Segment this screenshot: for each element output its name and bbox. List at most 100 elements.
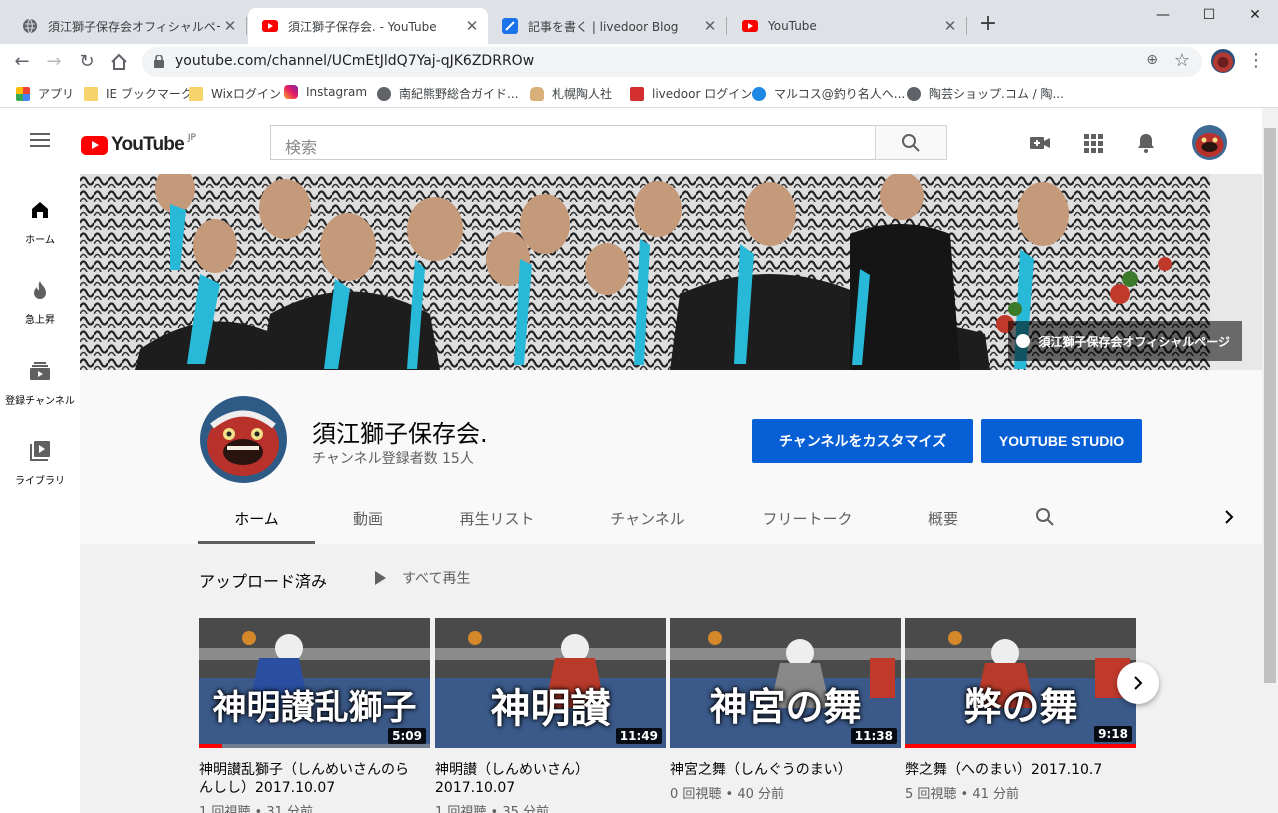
youtube-favicon-icon (262, 18, 278, 34)
close-window-button[interactable]: ✕ (1232, 0, 1278, 30)
thumbnail-caption: 神明讃 (490, 685, 611, 732)
play-all-button[interactable]: すべて再生 (375, 568, 470, 588)
account-avatar[interactable] (1192, 125, 1227, 160)
apps-icon[interactable] (1082, 132, 1104, 154)
more-menu-icon[interactable]: ⋮ (1247, 49, 1265, 73)
video-card[interactable]: 神明讃乱獅子 5:09 神明讃乱獅子（しんめいさんのらんしし）2017.10.0… (199, 618, 430, 813)
video-title[interactable]: 神宮之舞（しんぐうのまい） (670, 761, 892, 779)
shelf-next-button[interactable] (1117, 662, 1159, 704)
youtube-studio-button[interactable]: YOUTUBE STUDIO (981, 419, 1142, 463)
bookmark-label: livedoor ログイン (652, 87, 753, 101)
video-title[interactable]: 神明讃乱獅子（しんめいさんのらんしし）2017.10.07 (199, 761, 421, 797)
back-arrow-icon[interactable]: ← (10, 50, 34, 74)
search-button[interactable] (875, 125, 947, 160)
bookmark-link[interactable]: livedoor ログイン (630, 85, 752, 102)
forward-arrow-icon[interactable]: → (42, 50, 66, 74)
tab-title: 須江獅子保存会. - YouTube (288, 19, 437, 34)
bookmark-apps[interactable]: アプリ (16, 85, 74, 102)
bookmark-folder[interactable]: IE ブックマーク (84, 85, 193, 102)
customize-channel-button[interactable]: チャンネルをカスタマイズ (752, 419, 973, 463)
video-meta: 1 回視聴 • 31 分前 (199, 805, 314, 813)
zoom-icon[interactable]: ⊕ (1146, 52, 1158, 68)
hamburger-menu-icon[interactable] (30, 133, 50, 147)
channel-tabs: ホーム 動画 再生リスト チャンネル フリートーク 概要 (80, 492, 1262, 544)
sidebar-item-library[interactable]: ライブラリ (0, 439, 80, 487)
sidebar-item-label: ホーム (25, 235, 55, 246)
browser-tab-2[interactable]: 須江獅子保存会. - YouTube ✕ (248, 8, 488, 44)
instagram-icon (284, 85, 298, 99)
tab-home[interactable]: ホーム (198, 508, 315, 529)
video-thumbnail[interactable]: 弊の舞 9:18 (905, 618, 1136, 748)
video-title[interactable]: 弊之舞（へのまい）2017.10.7 (905, 761, 1127, 779)
video-thumbnail[interactable]: 神宮の舞 11:38 (670, 618, 901, 748)
bookmark-link[interactable]: マルコス@釣り名人へ... (752, 85, 905, 102)
bookmark-link[interactable]: Instagram (284, 85, 367, 99)
banner-link[interactable]: 須江獅子保存会オフィシャルページ (1008, 321, 1242, 361)
globe-icon (377, 86, 391, 101)
sidebar-item-trending[interactable]: 急上昇 (0, 278, 80, 326)
tab-playlists[interactable]: 再生リスト (442, 508, 552, 529)
tab-about[interactable]: 概要 (910, 508, 976, 529)
notifications-bell-icon[interactable] (1135, 132, 1157, 154)
bookmark-link[interactable]: 陶芸ショップ.コム / 陶... (907, 85, 1064, 102)
bookmark-folder[interactable]: Wixログイン (189, 85, 281, 102)
minimize-button[interactable]: — (1140, 0, 1186, 30)
maximize-button[interactable]: ☐ (1186, 0, 1232, 30)
library-icon (30, 441, 50, 461)
close-tab-icon[interactable]: ✕ (940, 17, 960, 35)
play-icon (375, 571, 386, 585)
lock-icon (154, 55, 164, 68)
search-input[interactable]: 検索 (270, 125, 876, 160)
video-title[interactable]: 神明讃（しんめいさん）2017.10.07 (435, 761, 657, 797)
video-card[interactable]: 神明讃 11:49 神明讃（しんめいさん）2017.10.07 1 回視聴 • … (435, 618, 666, 813)
video-thumbnail[interactable]: 神明讃 11:49 (435, 618, 666, 748)
tab-discussion[interactable]: フリートーク (745, 508, 870, 529)
channel-search-icon[interactable] (1035, 507, 1055, 527)
create-video-icon[interactable] (1029, 132, 1051, 154)
video-meta: 0 回視聴 • 40 分前 (670, 787, 785, 802)
close-tab-icon[interactable]: ✕ (462, 17, 482, 35)
new-tab-button[interactable]: + (976, 12, 1000, 36)
tab-channels[interactable]: チャンネル (590, 508, 705, 529)
video-meta: 5 回視聴 • 41 分前 (905, 787, 1020, 802)
video-thumbnail[interactable]: 神明讃乱獅子 5:09 (199, 618, 430, 748)
home-content: アップロード済み すべて再生 神明讃乱獅子 5:09 神明讃乱獅子（しんめいさん… (80, 544, 1262, 813)
channel-avatar[interactable] (200, 396, 287, 483)
search-placeholder: 検索 (285, 138, 318, 157)
scrollbar-thumb[interactable] (1264, 128, 1276, 683)
apps-grid-icon (16, 86, 30, 101)
browser-tab-1[interactable]: 須江獅子保存会オフィシャルページ | ✕ (8, 8, 246, 44)
shelf-title[interactable]: アップロード済み (199, 568, 327, 592)
tab-title: 須江獅子保存会オフィシャルページ | (48, 19, 220, 34)
video-card[interactable]: 神宮の舞 11:38 神宮之舞（しんぐうのまい） 0 回視聴 • 40 分前 (670, 618, 901, 802)
home-icon[interactable] (107, 50, 131, 74)
bookmark-label: Wixログイン (211, 87, 282, 101)
bookmark-link[interactable]: 南紀熊野総合ガイド... (377, 85, 518, 102)
sidebar-item-home[interactable]: ホーム (0, 198, 80, 246)
guide-sidebar: ホーム 急上昇 登録チャンネル ライブラリ (0, 174, 80, 813)
sidebar-item-subscriptions[interactable]: 登録チャンネル (0, 359, 80, 407)
close-tab-icon[interactable]: ✕ (700, 17, 720, 35)
thumbnail-caption: 神明讃乱獅子 (212, 688, 417, 728)
profile-avatar[interactable] (1211, 49, 1235, 73)
globe-icon (1016, 334, 1031, 348)
video-duration: 11:38 (850, 728, 897, 744)
youtube-logo[interactable]: YouTube JP (81, 133, 196, 156)
chevron-right-icon[interactable] (1222, 508, 1236, 526)
bookmark-link[interactable]: 札幌陶人社 (530, 85, 612, 102)
bookmark-star-icon[interactable]: ☆ (1174, 50, 1190, 71)
home-icon (32, 202, 48, 218)
watch-progress-bar (905, 744, 1136, 748)
video-card[interactable]: 弊の舞 9:18 弊之舞（へのまい）2017.10.7 5 回視聴 • 41 分… (905, 618, 1136, 802)
address-bar[interactable]: youtube.com/channel/UCmEtJldQ7Yaj-qJK6ZD… (142, 47, 1202, 77)
livedoor-favicon-icon (502, 18, 518, 34)
video-duration: 5:09 (388, 728, 426, 744)
bookmark-label: IE ブックマーク (106, 87, 193, 101)
page-scrollbar[interactable] (1262, 108, 1278, 813)
close-tab-icon[interactable]: ✕ (220, 17, 240, 35)
sidebar-item-label: ライブラリ (15, 476, 65, 487)
tab-videos[interactable]: 動画 (328, 508, 408, 529)
browser-tab-4[interactable]: YouTube ✕ (728, 8, 966, 44)
reload-icon[interactable]: ↻ (75, 50, 99, 74)
browser-tab-3[interactable]: 記事を書く | livedoor Blog ✕ (488, 8, 726, 44)
